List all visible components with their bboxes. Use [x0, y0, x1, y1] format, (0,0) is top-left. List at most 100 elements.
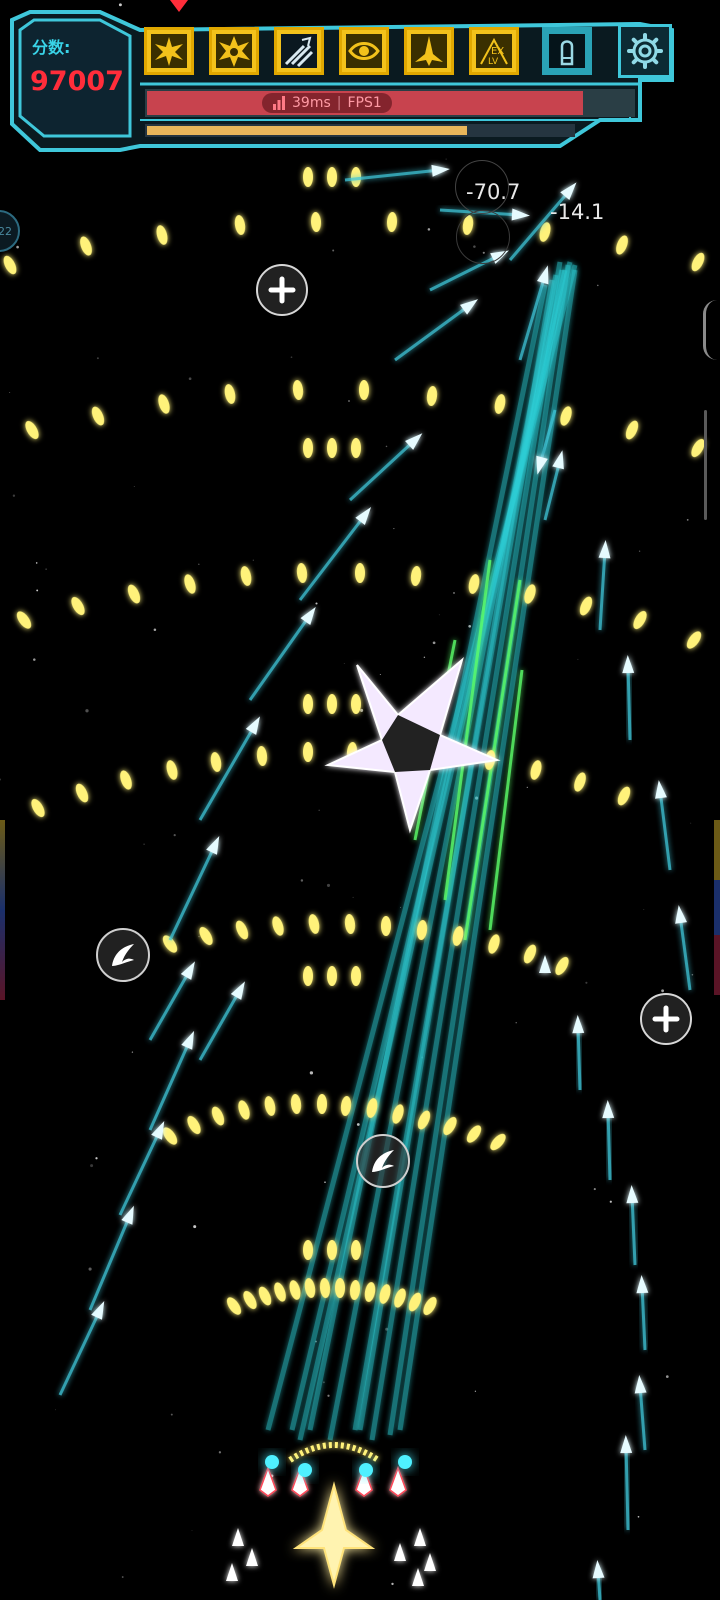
laser-beam	[369, 269, 565, 1441]
plus-powerup[interactable]	[640, 993, 692, 1045]
radar-eye-icon	[348, 42, 380, 60]
star-dot	[252, 559, 254, 561]
enemy-bullet	[523, 944, 537, 964]
bullet-icon	[560, 40, 574, 66]
enemy-bullet	[327, 694, 337, 714]
enemy-bullet	[303, 966, 313, 986]
player-missile	[148, 1030, 195, 1131]
enemy-bullet	[211, 1106, 225, 1126]
wingman-drone	[259, 1465, 277, 1497]
enemy-bullet	[317, 1094, 327, 1114]
star-dot	[33, 658, 36, 661]
player-ship-group	[226, 1442, 436, 1589]
enemy-bullet	[166, 760, 178, 780]
enemy-bullet	[691, 252, 705, 272]
enemy-bullet	[625, 420, 639, 440]
explosion-icon	[219, 36, 250, 67]
enemy-bullet	[158, 394, 170, 414]
settings-button[interactable]	[618, 24, 672, 78]
player-missile	[592, 1560, 605, 1600]
star-dot	[597, 284, 599, 287]
enemy-bullet	[274, 1282, 286, 1302]
enemy-bullet	[226, 1297, 242, 1315]
enemy-bullet	[327, 1240, 337, 1260]
enemy-bullet	[272, 916, 284, 936]
escort-fighter	[414, 1528, 426, 1546]
side-handle[interactable]	[703, 300, 720, 360]
edge-indicator-blue	[714, 880, 720, 935]
star-dot	[427, 228, 431, 231]
star-dot	[609, 1200, 612, 1203]
star-dot	[637, 1515, 640, 1518]
enemy-bullet	[91, 406, 105, 426]
star-dot	[322, 1381, 325, 1384]
game-scene	[0, 3, 705, 1600]
player-missile	[602, 1100, 615, 1181]
player-missile	[248, 606, 316, 701]
star-dot	[85, 709, 89, 713]
engine-glow	[359, 1463, 373, 1477]
enemy-bullet	[686, 631, 702, 649]
star-dot	[153, 628, 157, 631]
target-ring	[455, 160, 509, 214]
skill-slot[interactable]	[404, 27, 454, 75]
skill-slot[interactable]: EX LV	[469, 27, 519, 75]
claw-icon	[112, 944, 134, 966]
player-missile	[620, 1435, 633, 1531]
player-missile	[88, 1205, 134, 1311]
player-missile	[598, 540, 611, 631]
enemy-bullet	[560, 406, 572, 426]
skill-slot[interactable]	[144, 27, 194, 75]
star-dot	[88, 1267, 92, 1271]
star-dot	[198, 936, 200, 938]
star-dot	[327, 1394, 330, 1397]
star-dot	[95, 1157, 98, 1160]
star-dot	[90, 1164, 94, 1168]
enemy-bullet	[616, 235, 628, 255]
star-dot	[188, 377, 192, 381]
enemy-bullet	[303, 167, 313, 187]
player-missile	[118, 1120, 165, 1216]
claw-powerup[interactable]	[96, 928, 150, 982]
plus-powerup[interactable]	[256, 264, 308, 316]
star-dot	[515, 1022, 517, 1024]
skill-slot[interactable]	[274, 27, 324, 75]
claw-icon	[372, 1150, 394, 1172]
enemy-bullet	[224, 384, 236, 404]
enemy-bullet	[184, 574, 196, 594]
enemy-bullet	[308, 914, 320, 934]
engine-glow	[398, 1455, 412, 1469]
enemy-bullet	[633, 610, 647, 630]
star-dot	[379, 674, 381, 675]
star-dot	[665, 1375, 669, 1378]
score-value: 97007	[30, 66, 124, 97]
player-shield-arc	[288, 1442, 380, 1463]
enemy-bullet	[303, 1240, 313, 1260]
enemy-bullet	[156, 225, 168, 245]
enemy-bullet	[351, 438, 361, 458]
hud: 分数: 97007 EX LV 39ms | FPS1	[0, 0, 720, 160]
signal-icon	[273, 96, 285, 110]
network-status: 39ms | FPS1	[262, 93, 392, 113]
star-dot	[55, 1409, 57, 1411]
star-dot	[315, 602, 318, 605]
skill-slot[interactable]	[209, 27, 259, 75]
star-dot	[35, 562, 38, 564]
gear-icon	[627, 33, 663, 69]
player-missile	[572, 1015, 585, 1091]
player-missile	[636, 1275, 649, 1351]
star-dot	[474, 1390, 477, 1392]
skill-slot[interactable]	[542, 27, 592, 75]
star-dot	[385, 445, 388, 448]
edge-indicator-red	[714, 935, 720, 995]
player-missile	[626, 1185, 639, 1266]
player-ship[interactable]	[292, 1481, 376, 1589]
skill-slot[interactable]	[339, 27, 389, 75]
claw-powerup[interactable]	[356, 1134, 410, 1188]
star-dot	[12, 494, 16, 497]
enemy-bullet	[290, 1094, 302, 1114]
star-dot	[218, 1451, 222, 1454]
left-orb-count: 22	[0, 224, 12, 238]
star-dot	[585, 981, 588, 984]
enemy-bullet	[530, 760, 542, 780]
